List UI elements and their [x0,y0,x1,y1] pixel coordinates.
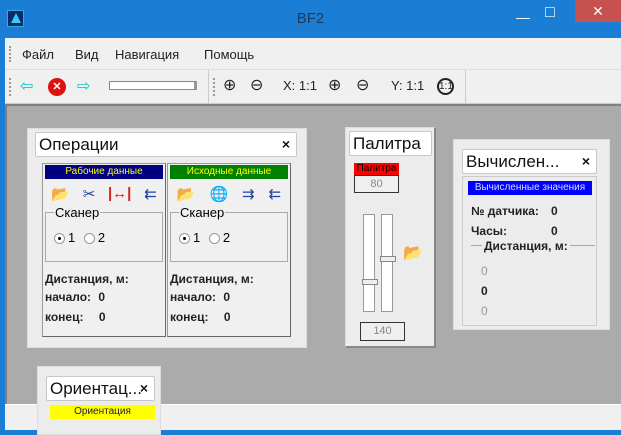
palette-slider-right[interactable] [380,214,396,312]
hours-value: 0 [551,224,558,238]
open-folder-icon[interactable]: 📂 [403,243,423,263]
computed-values-header: Вычисленные значения [468,181,592,195]
open-folder-icon[interactable]: 📂 [51,185,70,203]
scanner-label: Сканер [179,205,226,220]
distance-value-2: 0 [481,284,488,298]
radio-label: 1 [193,230,201,245]
computed-close-icon[interactable]: × [582,153,590,169]
palette-slider-left[interactable] [362,214,378,312]
palette-label: Палитра [354,163,399,175]
menu-bar: Файл Вид Навигация Помощь [5,38,621,70]
open-folder-icon[interactable]: 📂 [177,185,196,203]
insert-list-icon[interactable]: ⇉ [242,185,255,203]
zoom-reset-icon[interactable]: 1:1 [437,78,454,95]
start-value: 0 [98,290,106,304]
operations-title: Операции [39,135,119,154]
range-icon[interactable]: |↔| [108,185,131,203]
toolbar-separator [208,70,209,104]
menu-file[interactable]: Файл [22,47,54,62]
computed-header[interactable]: Вычислен... × [462,149,597,174]
source-data-header: Исходные данные [170,165,288,179]
minimize-button[interactable]: — [508,6,538,28]
start-value: 0 [223,290,231,304]
toolbar-separator-2 [465,70,466,104]
end-value: 0 [223,310,231,324]
operations-panel: Операции × Рабочие данные 📂 ✂ |↔| ⇇ Скан… [27,128,307,348]
computed-body: Вычисленные значения № датчика: 0 Часы: … [462,176,597,326]
menu-view[interactable]: Вид [75,47,99,62]
hours-label: Часы: [471,224,508,238]
back-arrow-icon[interactable]: ⇦ [20,76,33,96]
list-shift-icon[interactable]: ⇇ [144,185,157,203]
palette-header[interactable]: Палитра [349,131,432,156]
scanner-group: Сканер 1 2 [45,205,163,262]
scanner-label: Сканер [54,205,101,220]
maximize-button[interactable]: □ [536,2,564,24]
scanner-radio-1[interactable] [179,233,190,245]
close-button[interactable]: ✕ [575,0,621,22]
orientation-header[interactable]: Ориентац... × [46,376,155,401]
x-scale-label: X: 1:1 [283,78,317,93]
distance-label: Дистанция, м: [45,272,129,286]
list-shift-icon[interactable]: ⇇ [268,185,281,203]
source-data-section: Исходные данные 📂 🌐 ⇉ ⇇ Сканер 1 2 Диста… [167,163,291,337]
operations-header[interactable]: Операции × [35,132,297,157]
toolbar-grip[interactable] [9,78,11,96]
sensor-label: № датчика: [471,204,539,218]
scanner-radio-1[interactable] [54,233,65,245]
zoom-out-x-icon[interactable]: ⊖ [250,75,263,95]
distance-value-1: 0 [481,264,488,278]
toolbar-grip-2[interactable] [213,78,215,96]
radio-label: 2 [222,230,231,245]
progress-slider[interactable] [109,81,197,90]
work-data-section: Рабочие данные 📂 ✂ |↔| ⇇ Сканер 1 2 Дист… [42,163,166,337]
title-bar: BF2 — □ ✕ [0,0,621,38]
zoom-out-y-icon[interactable]: ⊖ [356,75,369,95]
radio-label: 1 [68,230,76,245]
scanner-radio-2[interactable] [83,233,95,245]
end-label: конец: [45,310,84,324]
orientation-panel: Ориентац... × Ориентация [37,366,161,435]
scanner-radio-2[interactable] [208,233,220,245]
palette-top-value[interactable]: 80 [354,175,399,193]
start-label: начало: [45,290,92,304]
menu-navigation[interactable]: Навигация [115,47,179,62]
computed-panel: Вычислен... × Вычисленные значения № дат… [453,139,610,330]
zoom-in-x-icon[interactable]: ⊕ [223,75,236,95]
orientation-close-icon[interactable]: × [140,380,148,396]
sensor-value: 0 [551,204,558,218]
menu-grip[interactable] [9,46,11,62]
work-data-header: Рабочие данные [45,165,163,179]
cut-icon[interactable]: ✂ [83,185,96,203]
slider-thumb[interactable] [362,279,378,285]
scanner-group: Сканер 1 2 [170,205,288,262]
forward-arrow-icon[interactable]: ⇨ [77,76,90,96]
stop-icon[interactable]: ✕ [48,78,66,96]
distance-label: Дистанция, м: [482,239,570,253]
computed-title: Вычислен... [466,152,560,171]
distance-label: Дистанция, м: [170,272,254,286]
end-label: конец: [170,310,209,324]
palette-panel: Палитра Палитра 80 📂 140 [345,127,436,348]
radio-label: 2 [97,230,106,245]
operations-close-icon[interactable]: × [282,136,290,152]
start-label: начало: [170,290,217,304]
zoom-in-y-icon[interactable]: ⊕ [328,75,341,95]
y-scale-label: Y: 1:1 [391,78,425,93]
orientation-title: Ориентац... [50,379,142,398]
new-globe-document-icon[interactable]: 🌐 [209,185,228,203]
slider-thumb[interactable] [380,256,396,262]
toolbar: ⇦ ✕ ⇨ ⊕ ⊖ X: 1:1 ⊕ ⊖ Y: 1:1 1:1 [5,70,621,104]
end-value: 0 [98,310,106,324]
distance-value-3: 0 [481,304,488,318]
menu-help[interactable]: Помощь [204,47,254,62]
orientation-band: Ориентация [50,405,155,419]
palette-bottom-value[interactable]: 140 [360,322,405,341]
